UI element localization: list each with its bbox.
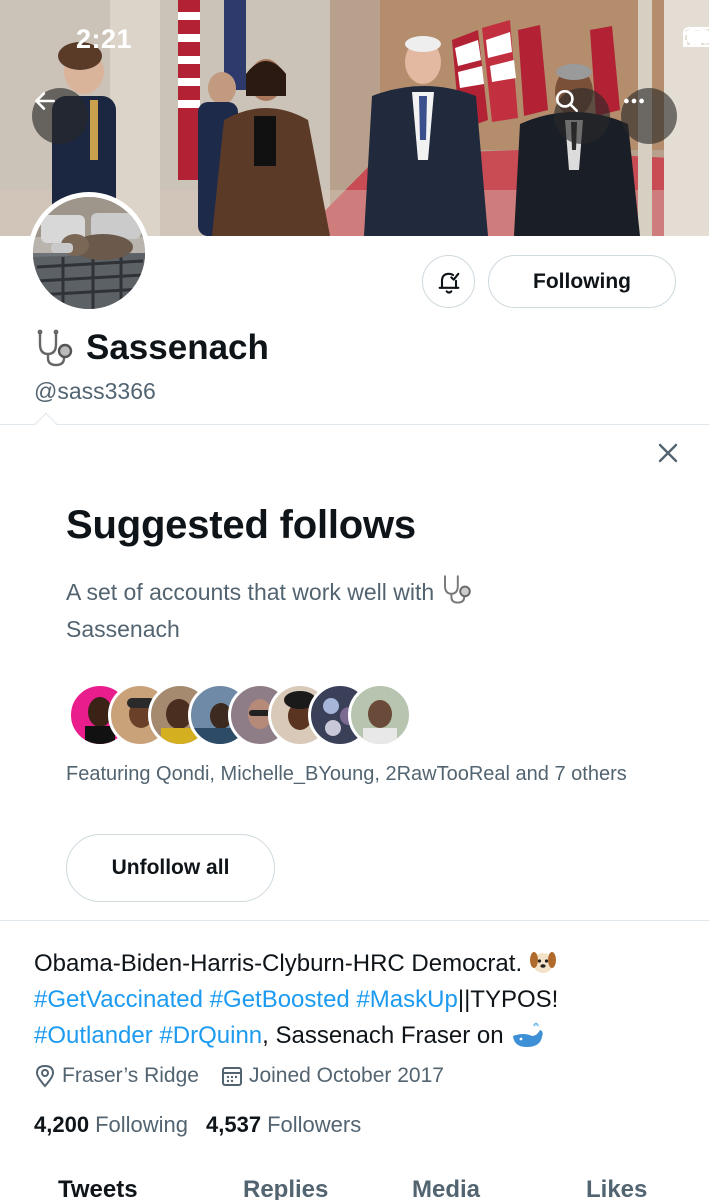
profile-tabs: Tweets Replies Media Likes [0, 1172, 709, 1200]
whale-icon [513, 1022, 543, 1047]
ellipsis-icon [624, 98, 644, 104]
following-count[interactable]: 4,200 [34, 1112, 89, 1138]
search-button[interactable] [554, 88, 610, 144]
unfollow-all-button[interactable]: Unfollow all [66, 834, 275, 902]
calendar-icon [221, 1067, 242, 1086]
suggested-featuring: Featuring Qondi, Michelle_BYoung, 2RawTo… [66, 763, 627, 785]
followers-count[interactable]: 4,537 [206, 1112, 261, 1138]
suggested-title: Suggested follows [66, 503, 416, 547]
search-icon [555, 89, 579, 113]
card-pointer [34, 412, 58, 436]
battery-icon [683, 27, 709, 47]
user-handle: @sass3366 [34, 378, 156, 404]
location-text: Fraser’s Ridge [62, 1064, 199, 1087]
tab-tweets[interactable]: Tweets [58, 1176, 138, 1200]
more-button[interactable] [621, 88, 677, 144]
suggested-avatar[interactable] [348, 683, 412, 747]
hashtag-link[interactable]: #GetBoosted [210, 986, 350, 1013]
suggested-description-name: Sassenach [66, 616, 180, 642]
profile-bio: Obama-Biden-Harris-Clyburn-HRC Democrat.… [34, 946, 684, 1054]
status-time: 2:21 [76, 24, 133, 54]
location: Fraser’s Ridge [34, 1064, 199, 1088]
profile-meta: Fraser’s Ridge Joined October 2017 [34, 1064, 466, 1088]
dog-face-icon [529, 952, 556, 973]
hashtag-link[interactable]: #Outlander [34, 1022, 153, 1049]
followers-label[interactable]: Followers [267, 1112, 361, 1138]
hashtag-link[interactable]: #MaskUp [356, 986, 457, 1013]
notifications-button[interactable] [422, 255, 475, 308]
suggested-description: A set of accounts that work well with Sa… [66, 573, 586, 648]
back-button[interactable] [32, 88, 88, 144]
hashtag-link[interactable]: #GetVaccinated [34, 986, 203, 1013]
hashtag-link[interactable]: #DrQuinn [159, 1022, 262, 1049]
tab-replies[interactable]: Replies [243, 1176, 328, 1200]
tab-likes[interactable]: Likes [586, 1176, 647, 1200]
following-button[interactable]: Following [488, 255, 676, 308]
follow-stats: 4,200 Following 4,537 Followers [34, 1112, 379, 1138]
avatar-photo [363, 700, 397, 744]
close-suggested-button[interactable] [652, 437, 684, 469]
display-name: Sassenach [34, 328, 269, 368]
tab-media[interactable]: Media [412, 1176, 480, 1200]
joined-text: Joined October 2017 [248, 1064, 444, 1087]
display-name-text: Sassenach [86, 328, 269, 367]
bio-typos-text: ||TYPOS! [457, 986, 559, 1013]
profile-avatar[interactable] [28, 192, 150, 314]
bell-check-icon [438, 272, 459, 294]
suggested-follows-card: Suggested follows A set of accounts that… [0, 412, 709, 921]
joined-date: Joined October 2017 [221, 1064, 444, 1088]
close-icon [658, 443, 678, 463]
suggested-description-text: A set of accounts that work well with [66, 579, 435, 605]
avatar-photo [33, 197, 145, 309]
bio-line-1: Obama-Biden-Harris-Clyburn-HRC Democrat. [34, 950, 523, 977]
suggested-avatars[interactable] [68, 683, 428, 747]
location-pin-icon [35, 1064, 55, 1088]
stethoscope-icon [37, 329, 73, 367]
stethoscope-icon [444, 575, 471, 604]
bio-line-3-text: , Sassenach Fraser on [262, 1022, 504, 1049]
arrow-left-icon [35, 92, 55, 110]
following-label[interactable]: Following [95, 1112, 188, 1138]
